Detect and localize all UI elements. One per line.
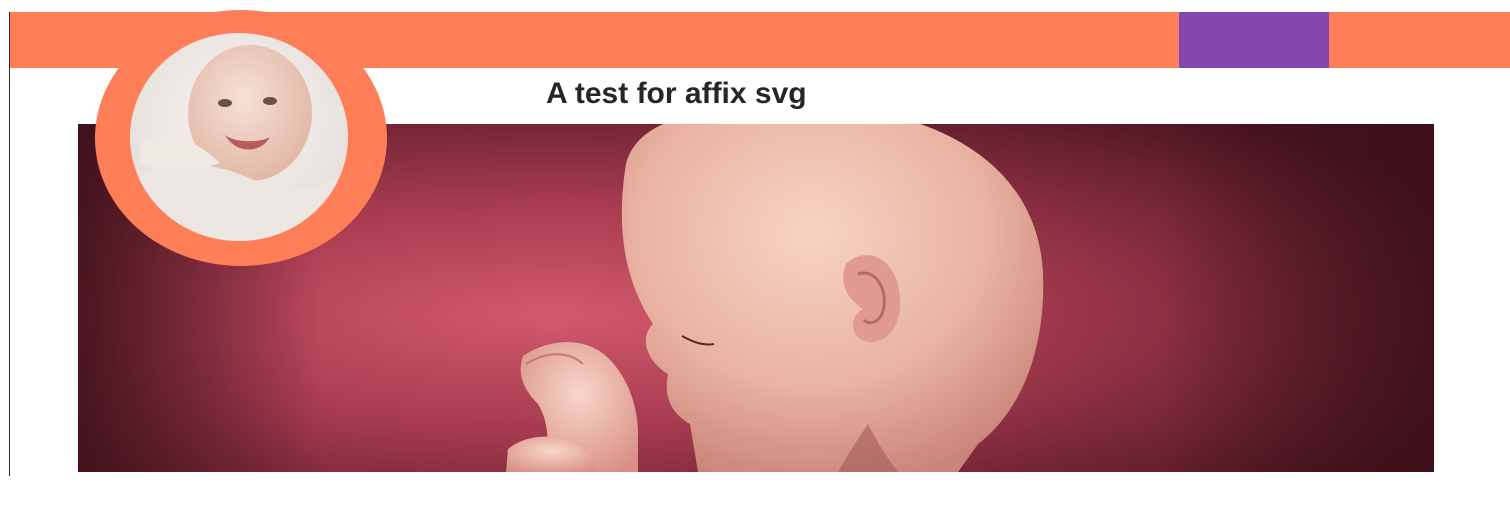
baby-avatar-photo bbox=[130, 33, 348, 241]
page-title: A test for affix svg bbox=[546, 77, 807, 110]
left-border bbox=[9, 12, 10, 476]
top-bar-accent-block bbox=[1179, 12, 1329, 68]
page: A test for affix svg bbox=[0, 0, 1510, 510]
avatar-photo bbox=[130, 33, 348, 241]
avatar bbox=[95, 10, 387, 266]
